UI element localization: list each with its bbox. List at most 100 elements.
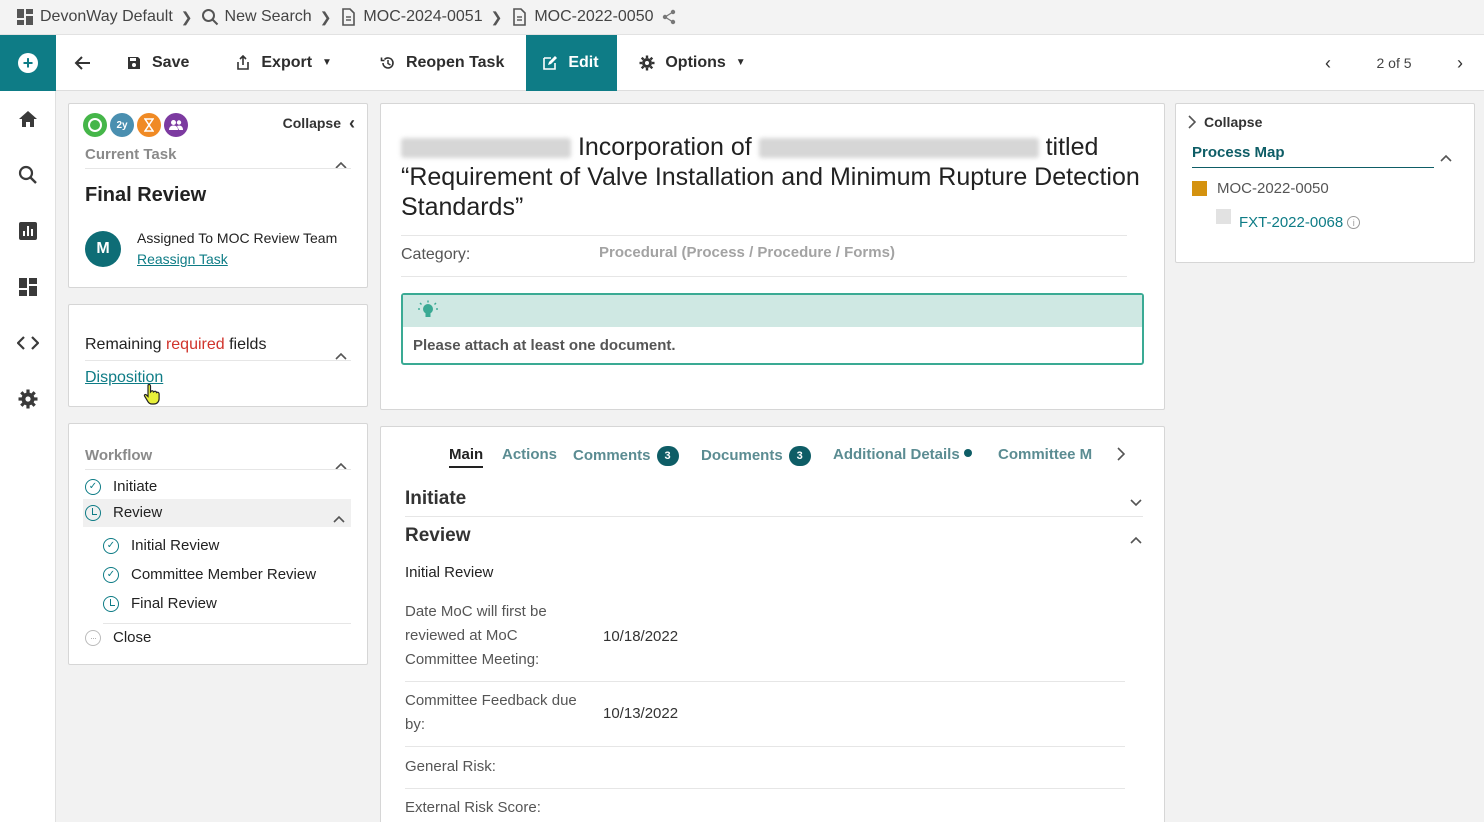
chevron-up-icon xyxy=(333,515,345,523)
export-label: Export xyxy=(261,53,313,71)
reassign-task-link[interactable]: Reassign Task xyxy=(137,251,228,267)
reopen-task-label: Reopen Task xyxy=(405,53,505,71)
sidebar-item-settings[interactable] xyxy=(0,371,56,427)
unsaved-dot-icon xyxy=(963,449,972,457)
chevron-down-icon xyxy=(1130,499,1142,507)
breadcrumb: DevonWay Default ❯ New Search ❯ MOC-2024… xyxy=(0,0,1484,35)
breadcrumb-item-moc-2024[interactable]: MOC-2024-0051 xyxy=(339,8,483,26)
details-panel: Main Actions Comments 3 Documents 3 Additi… xyxy=(380,426,1165,822)
process-map-toggle[interactable] xyxy=(1440,149,1452,167)
redacted-text xyxy=(401,138,571,159)
chart-icon xyxy=(19,222,37,240)
record-title-part1: Incorporation of xyxy=(577,133,752,161)
check-circle-icon: ✓ xyxy=(103,537,119,554)
workflow-toggle[interactable] xyxy=(335,457,347,475)
save-icon xyxy=(128,56,140,69)
export-icon xyxy=(237,54,250,70)
options-button[interactable]: Options ▼ xyxy=(623,35,761,91)
workflow-step-close[interactable]: ··· Close xyxy=(85,629,151,646)
tab-committee[interactable]: Committee M xyxy=(998,446,1098,463)
workflow-step-committee-member-review[interactable]: ✓ Committee Member Review xyxy=(103,566,316,583)
attach-document-alert: Please attach at least one document. xyxy=(401,293,1144,365)
review-toggle[interactable] xyxy=(333,510,345,528)
tab-additional-details[interactable]: Additional Details xyxy=(833,446,972,463)
tab-comments[interactable]: Comments 3 xyxy=(573,446,679,466)
category-label: Category: xyxy=(401,246,471,263)
chevron-right-icon xyxy=(1117,447,1126,461)
tab-main[interactable]: Main xyxy=(449,446,484,468)
tab-actions[interactable]: Actions xyxy=(502,446,557,463)
plus-icon: + xyxy=(18,52,38,73)
workflow-step-initial-review[interactable]: ✓ Initial Review xyxy=(103,537,219,554)
divider xyxy=(1192,167,1434,168)
workflow-step-review[interactable]: Review xyxy=(85,504,162,521)
edit-label: Edit xyxy=(568,53,599,71)
caret-down-icon: ▼ xyxy=(735,57,746,68)
collapse-button[interactable]: Collapse ‹ xyxy=(283,114,355,132)
field-label-general-risk: General Risk: xyxy=(405,758,496,775)
record-title: Incorporation of titled “Requirement of … xyxy=(401,132,1141,222)
current-task-heading: Current Task xyxy=(85,146,177,163)
divider xyxy=(85,360,351,361)
workflow-step-label: Close xyxy=(113,629,152,646)
required-suffix: fields xyxy=(229,336,267,353)
share-icon[interactable] xyxy=(660,8,678,26)
workflow-step-final-review[interactable]: Final Review xyxy=(103,595,217,612)
sidebar-item-code[interactable] xyxy=(0,315,56,371)
pager: ‹ 2 of 5 › xyxy=(1310,35,1484,91)
initiate-toggle[interactable] xyxy=(1130,494,1142,512)
breadcrumb-item-home[interactable]: DevonWay Default xyxy=(16,8,173,26)
breadcrumb-item-search[interactable]: New Search xyxy=(201,8,312,26)
subsection-initial-review: Initial Review xyxy=(405,564,494,581)
divider xyxy=(401,235,1127,236)
info-icon[interactable]: i xyxy=(1347,216,1361,229)
process-map-child-label: FXT-2022-0068 xyxy=(1239,214,1344,231)
gear-icon xyxy=(639,55,655,70)
create-button[interactable]: + xyxy=(0,34,56,91)
code-icon xyxy=(17,336,39,350)
required-prefix: Remaining xyxy=(85,336,162,353)
process-map-child[interactable]: FXT-2022-0068 i xyxy=(1216,209,1361,231)
tab-documents-label: Documents xyxy=(701,447,783,464)
workflow-step-label: Final Review xyxy=(131,595,217,612)
sidebar-item-reports[interactable] xyxy=(0,203,56,259)
review-section-toggle[interactable] xyxy=(1130,531,1142,549)
export-button[interactable]: Export ▼ xyxy=(219,35,348,91)
sidebar-item-dashboard[interactable] xyxy=(0,259,56,315)
current-task-toggle[interactable] xyxy=(335,156,347,169)
sidebar-item-search[interactable] xyxy=(0,147,56,203)
process-map-collapse-button[interactable]: Collapse xyxy=(1188,114,1262,130)
section-review[interactable]: Review xyxy=(405,525,470,547)
back-button[interactable] xyxy=(56,35,110,91)
required-fields-toggle[interactable] xyxy=(335,347,347,365)
chevron-right-icon xyxy=(1188,115,1196,129)
divider xyxy=(405,681,1125,682)
process-map-parent-label: MOC-2022-0050 xyxy=(1217,180,1329,197)
workflow-heading: Workflow xyxy=(85,447,153,464)
workflow-step-initiate[interactable]: ✓ Initiate xyxy=(85,478,157,495)
process-map-collapse-label: Collapse xyxy=(1204,114,1263,130)
save-button[interactable]: Save xyxy=(110,35,205,91)
sidebar-item-home[interactable] xyxy=(0,91,56,147)
breadcrumb-label: New Search xyxy=(224,8,312,25)
tabs-scroll-right-button[interactable] xyxy=(1117,447,1126,466)
section-initiate[interactable]: Initiate xyxy=(405,488,466,510)
divider xyxy=(401,276,1127,277)
breadcrumb-item-current[interactable]: MOC-2022-0050 xyxy=(510,8,677,26)
next-record-button[interactable]: › xyxy=(1442,53,1478,74)
workflow-step-label: Initiate xyxy=(113,478,158,495)
edit-icon xyxy=(543,55,558,70)
check-clock-icon xyxy=(83,113,107,137)
status-icons: 2y xyxy=(83,113,188,137)
tab-documents[interactable]: Documents 3 xyxy=(701,446,811,466)
hourglass-icon xyxy=(137,113,161,137)
pager-label: 2 of 5 xyxy=(1376,55,1412,71)
edit-button[interactable]: Edit xyxy=(526,34,618,91)
divider xyxy=(85,168,351,169)
process-map-parent[interactable]: MOC-2022-0050 xyxy=(1192,180,1329,197)
check-circle-icon: ✓ xyxy=(85,478,101,495)
reopen-task-button[interactable]: Reopen Task xyxy=(364,35,520,91)
previous-record-button[interactable]: ‹ xyxy=(1310,53,1346,74)
document-icon xyxy=(342,8,356,26)
divider xyxy=(405,746,1125,747)
